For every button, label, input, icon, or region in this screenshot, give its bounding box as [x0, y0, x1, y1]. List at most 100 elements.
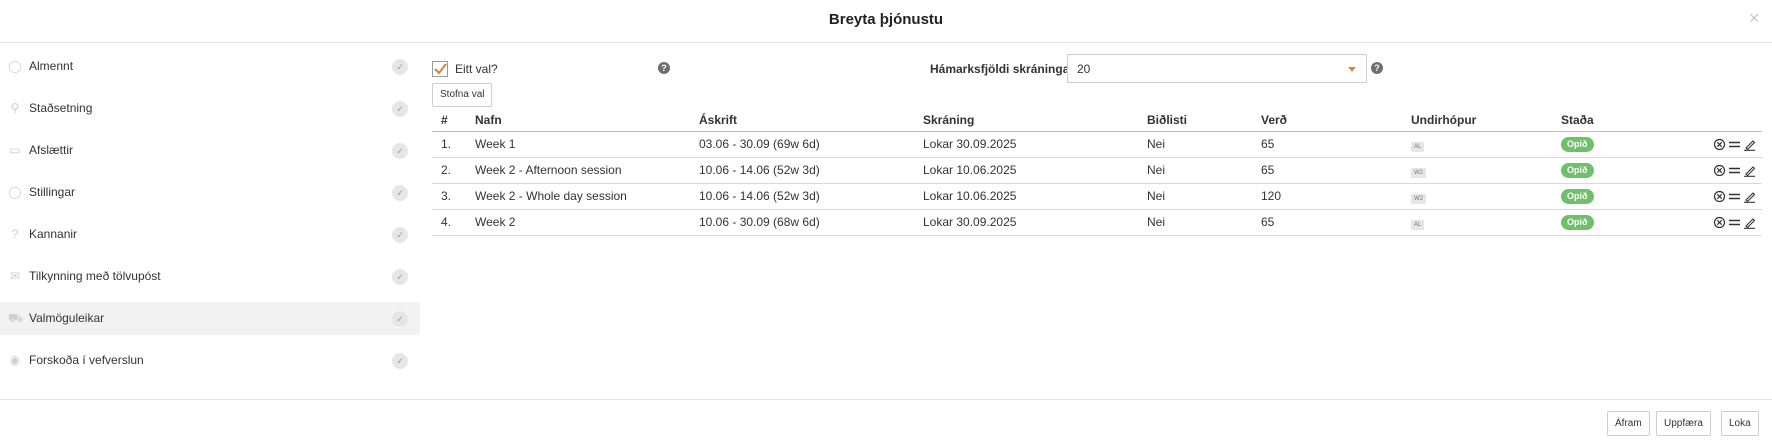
registration-status: Lokar 30.09.2025	[914, 209, 1138, 236]
sidebar-item-label: Kannanir	[29, 227, 78, 241]
check-icon: ✓	[392, 59, 408, 75]
subgroup-tag: AL	[1411, 141, 1425, 152]
options-table: # Nafn Áskrift Skráning Biðlisti Verð Undirhóp…	[432, 110, 1762, 236]
column-header: Biðlisti	[1138, 110, 1252, 132]
modal-footer: Áfram Uppfæra Loka	[0, 399, 1772, 447]
row-actions	[1652, 183, 1762, 210]
continue-button[interactable]: Áfram	[1607, 411, 1650, 436]
status-badge: Opið	[1561, 215, 1594, 230]
subscription-period: 03.06 - 30.09 (69w 6d)	[690, 131, 914, 158]
table-row[interactable]: 2. Week 2 - Afternoon session 10.06 - 14.0…	[432, 157, 1762, 184]
table-row[interactable]: 4. Week 2 10.06 - 30.09 (68w 6d) Lokar 30.0…	[432, 209, 1762, 236]
question-icon: ?	[11, 227, 19, 241]
sidebar: ◯ Almennt ✓ ⚲ Staðsetning ✓ ▭ Afslættir ✓ ◯ Stilli…	[0, 50, 420, 386]
edit-icon[interactable]	[1743, 216, 1756, 230]
table-row[interactable]: 1. Week 1 03.06 - 30.09 (69w 6d) Lokar 30.0…	[432, 131, 1762, 158]
tag-icon: ◯	[8, 59, 22, 73]
check-icon: ✓	[392, 185, 408, 201]
single-choice-label: Eitt val?	[455, 62, 498, 76]
help-icon[interactable]: ?	[658, 62, 670, 74]
sidebar-item[interactable]: ◯ Stillingar ✓	[0, 176, 420, 209]
subgroup-tag: W2	[1411, 193, 1426, 204]
sidebar-item[interactable]: ⛟ Valmöguleikar ✓	[0, 302, 420, 335]
status-cell: Opið	[1552, 183, 1652, 210]
row-actions	[1652, 157, 1762, 184]
sidebar-item-label: Stillingar	[29, 185, 76, 199]
discount-icon: ▭	[9, 143, 21, 157]
help-icon[interactable]: ?	[1371, 62, 1383, 74]
check-icon: ✓	[392, 353, 408, 369]
create-option-button[interactable]: Stofna val	[432, 83, 493, 107]
column-header: Staða	[1552, 110, 1652, 132]
subgroup-cell: W2	[1402, 183, 1552, 210]
price: 65	[1252, 209, 1402, 236]
sidebar-item[interactable]: ? Kannanir ✓	[0, 218, 420, 251]
column-header: Verð	[1252, 110, 1402, 132]
check-icon: ✓	[392, 143, 408, 159]
row-number: 1.	[432, 131, 466, 158]
sidebar-item[interactable]: ◉ Forskoða í vefverslun ✓	[0, 344, 420, 377]
update-button[interactable]: Uppfæra	[1656, 411, 1711, 436]
option-name: Week 1	[466, 131, 690, 158]
settings-icon: ◯	[8, 185, 22, 199]
location-pin-icon: ⚲	[10, 101, 20, 115]
subgroup-tag: W2	[1411, 167, 1426, 178]
sidebar-item-label: Staðsetning	[29, 101, 93, 115]
subgroup-cell: W2	[1402, 157, 1552, 184]
waitlist: Nei	[1138, 183, 1252, 210]
close-button[interactable]: Loka	[1721, 411, 1759, 436]
remove-icon[interactable]	[1713, 216, 1726, 229]
subscription-period: 10.06 - 14.06 (52w 3d)	[690, 157, 914, 184]
row-number: 3.	[432, 183, 466, 210]
option-name: Week 2 - Afternoon session	[466, 157, 690, 184]
edit-icon[interactable]	[1743, 164, 1756, 178]
sidebar-item[interactable]: ✉ Tilkynning með tölvupóst ✓	[0, 260, 420, 293]
table-row[interactable]: 3. Week 2 - Whole day session 10.06 - 14.0…	[432, 183, 1762, 210]
modal-title: Breyta þjónustu	[828, 11, 944, 28]
check-icon: ✓	[392, 269, 408, 285]
single-choice-checkbox[interactable]	[432, 61, 448, 77]
waitlist: Nei	[1138, 157, 1252, 184]
remove-icon[interactable]	[1713, 164, 1726, 177]
sidebar-item[interactable]: ⚲ Staðsetning ✓	[0, 92, 420, 125]
max-registrations-label: Hámarksfjöldi skráninga	[930, 62, 1070, 76]
remove-icon[interactable]	[1713, 190, 1726, 203]
price: 65	[1252, 131, 1402, 158]
registration-status: Lokar 10.06.2025	[914, 157, 1138, 184]
registration-status: Lokar 30.09.2025	[914, 131, 1138, 158]
edit-icon[interactable]	[1743, 138, 1756, 152]
option-name: Week 2 - Whole day session	[466, 183, 690, 210]
subgroup-cell: AL	[1402, 131, 1552, 158]
sidebar-item-label: Almennt	[29, 59, 74, 73]
subscription-period: 10.06 - 14.06 (52w 3d)	[690, 183, 914, 210]
row-number: 2.	[432, 157, 466, 184]
check-icon: ✓	[392, 311, 408, 327]
column-header: Skráning	[914, 110, 1138, 132]
status-cell: Opið	[1552, 131, 1652, 158]
option-name: Week 2	[466, 209, 690, 236]
checkmark-icon	[434, 63, 447, 75]
remove-icon[interactable]	[1713, 138, 1726, 151]
drag-handle-icon[interactable]	[1728, 216, 1741, 229]
max-registrations-select[interactable]: 20	[1067, 54, 1367, 83]
subgroup-tag: AL	[1411, 219, 1425, 230]
waitlist: Nei	[1138, 209, 1252, 236]
actions-header	[1652, 110, 1762, 132]
chevron-down-icon	[1348, 67, 1356, 72]
sidebar-item-label: Valmöguleikar	[29, 311, 105, 325]
row-number: 4.	[432, 209, 466, 236]
check-icon: ✓	[392, 101, 408, 117]
drag-handle-icon[interactable]	[1728, 164, 1741, 177]
close-icon[interactable]: ✕	[1748, 10, 1760, 27]
status-badge: Opið	[1561, 137, 1594, 152]
sidebar-item[interactable]: ◯ Almennt ✓	[0, 50, 420, 83]
eye-icon: ◉	[9, 353, 21, 367]
status-badge: Opið	[1561, 189, 1594, 204]
price: 120	[1252, 183, 1402, 210]
modal-header: Breyta þjónustu ✕	[0, 0, 1772, 43]
drag-handle-icon[interactable]	[1728, 138, 1741, 151]
edit-icon[interactable]	[1743, 190, 1756, 204]
drag-handle-icon[interactable]	[1728, 190, 1741, 203]
sidebar-item[interactable]: ▭ Afslættir ✓	[0, 134, 420, 167]
price: 65	[1252, 157, 1402, 184]
